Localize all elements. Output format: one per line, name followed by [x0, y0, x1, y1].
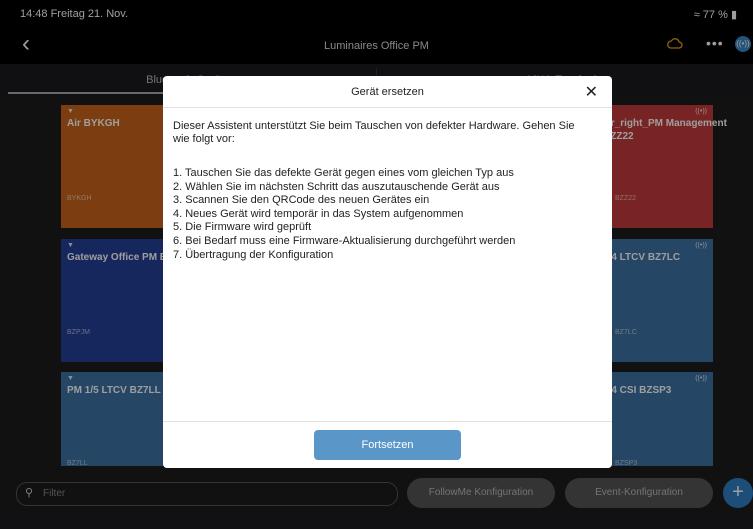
- dialog-intro-text: Dieser Assistent unterstützt Sie beim Ta…: [173, 120, 575, 145]
- dialog-step-item: 7. Übertragung der Konfiguration: [173, 248, 334, 261]
- dialog-step-item: 2. Wählen Sie im nächsten Schritt das au…: [173, 180, 500, 193]
- dialog-step-item: 3. Scannen Sie den QRCode des neuen Gerä…: [173, 194, 430, 207]
- dialog-step-item: 6. Bei Bedarf muss eine Firmware-Aktuali…: [173, 234, 516, 247]
- replace-device-dialog: Gerät ersetzen ✕ Dieser Assistent unters…: [163, 76, 612, 468]
- dialog-step-item: 1. Tauschen Sie das defekte Gerät gegen …: [173, 167, 514, 179]
- dialog-footer-divider: [163, 421, 612, 422]
- dialog-steps-list: 1. Tauschen Sie das defekte Gerät gegen …: [173, 167, 603, 262]
- dialog-header-divider: [163, 107, 612, 108]
- continue-button[interactable]: Fortsetzen: [314, 430, 461, 460]
- dialog-title: Gerät ersetzen: [351, 86, 424, 98]
- close-icon[interactable]: ✕: [585, 82, 598, 102]
- dialog-step-item: 5. Die Firmware wird geprüft: [173, 221, 312, 234]
- dialog-step-item: 4. Neues Gerät wird temporär in das Syst…: [173, 207, 464, 220]
